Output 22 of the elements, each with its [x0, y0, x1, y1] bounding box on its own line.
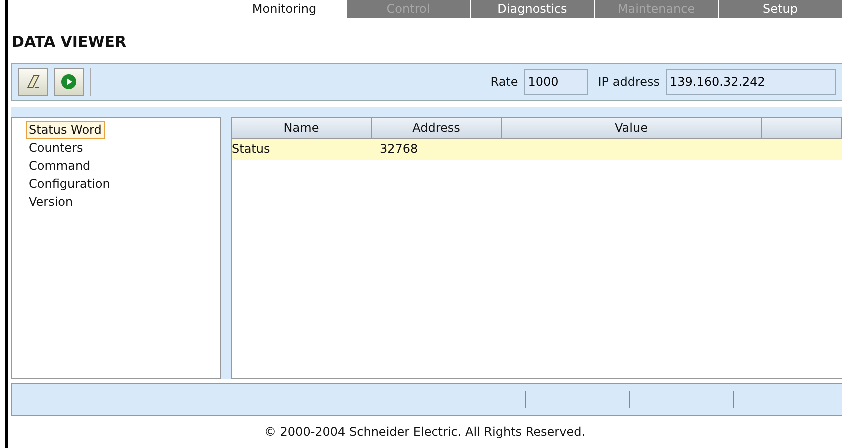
column-header[interactable]: Value: [502, 118, 762, 138]
table-cell-text: Status: [232, 141, 272, 158]
tab[interactable]: Diagnostics: [470, 0, 594, 18]
table-cell-text: 32768: [379, 141, 420, 158]
tree-item[interactable]: Command: [26, 157, 94, 175]
column-header[interactable]: Name: [232, 118, 372, 138]
tree-item[interactable]: Configuration: [26, 175, 114, 193]
table-row[interactable]: Status 32768: [232, 139, 842, 160]
eraser-button[interactable]: [18, 68, 48, 96]
tree-item[interactable]: Counters: [26, 139, 86, 157]
play-button[interactable]: [54, 68, 84, 96]
ip-address-label: IP address: [598, 75, 660, 89]
column-header[interactable]: Address: [372, 118, 502, 138]
tab[interactable]: Setup: [718, 0, 842, 18]
rate-label: Rate: [490, 75, 518, 89]
copyright-text: © 2000-2004 Schneider Electric. All Rights Reserved.: [263, 424, 587, 439]
ip-address-field[interactable]: 139.160.32.242: [666, 69, 836, 95]
tree-item[interactable]: Version: [26, 193, 76, 211]
tree-item[interactable]: Status Word: [26, 121, 105, 139]
play-icon: [61, 74, 77, 90]
rate-field[interactable]: 1000: [524, 69, 588, 95]
page-title: DATA VIEWER: [11, 32, 128, 53]
